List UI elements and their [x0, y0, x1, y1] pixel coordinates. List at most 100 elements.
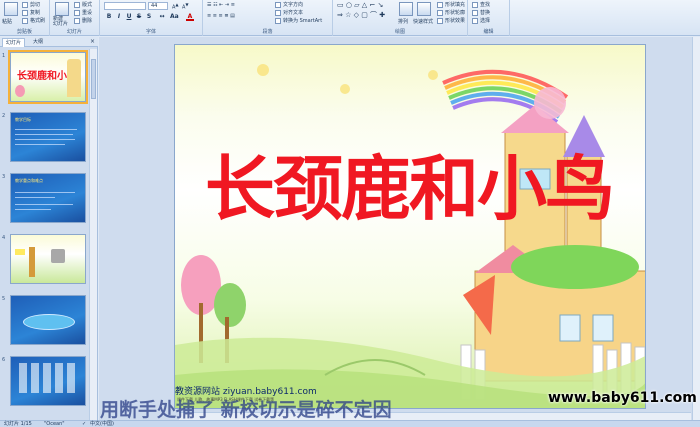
thumbnail-slide-4[interactable] [10, 234, 86, 284]
giraffe-icon [29, 247, 35, 277]
shapes-gallery-row2-icon[interactable]: ⇒ ☆ ◇ ▢ ⌒ ✚ [337, 10, 385, 20]
slide-scrollbar[interactable] [692, 37, 700, 420]
theme-name: "Ocean" [44, 421, 65, 427]
quick-styles-icon[interactable] [417, 2, 431, 16]
paste-button[interactable]: 粘贴 [2, 18, 12, 25]
slide-editor: 长颈鹿和小鸟 教资源网站 ziyuan.baby611.com 课件下载 儿歌、… [99, 37, 700, 420]
layout-button[interactable]: 版式 [74, 1, 92, 8]
cloud-icon [23, 314, 75, 330]
shape-effects-button[interactable]: 形状效果 [437, 17, 465, 24]
tab-outline[interactable]: 大纲 [30, 38, 46, 47]
thumbnail-slide-6[interactable] [10, 356, 86, 406]
sign-icon [15, 249, 25, 255]
binoculars-icon [472, 1, 478, 8]
select-button[interactable]: 选择 [472, 17, 490, 24]
paragraph-label: 段落 [262, 29, 273, 35]
reset-icon [74, 9, 80, 16]
thumb-number: 4 [2, 235, 6, 241]
align-icons[interactable]: ≡ ≡ ≡ ≣ ▤ [207, 13, 235, 19]
card-grid-icon [19, 363, 79, 393]
arrange-icon[interactable] [399, 2, 413, 16]
shrink-font-button[interactable]: A▼ [182, 2, 189, 11]
watermark: www.baby611.com [548, 390, 697, 406]
reset-button[interactable]: 重设 [74, 9, 92, 16]
drawing-group: ▭ ○ ▱ △ ⌐ ↘ ⇒ ☆ ◇ ▢ ⌒ ✚ 排列 快速样式 形状填充 形状轮… [333, 0, 468, 36]
castle-icon [463, 87, 645, 382]
thumbnail-slide-5[interactable] [10, 295, 86, 345]
clipboard-group: 粘贴 剪切 复制 格式刷 剪贴板 [0, 0, 50, 36]
font-group: 44 A▲ A▼ B I U S S ↔ Aa A 字体 [100, 0, 203, 36]
shapes-gallery-icon[interactable]: ▭ ○ ▱ △ ⌐ ↘ [337, 1, 383, 9]
thumb-number: 3 [2, 174, 6, 180]
ribbon: 粘贴 剪切 复制 格式刷 剪贴板 新建 幻灯片 版式 重设 删除 幻灯片 44 … [0, 0, 700, 36]
layout-icon [74, 1, 80, 8]
thumb-number: 2 [2, 113, 6, 119]
bullets-icon[interactable]: ☰ ☷ ⇤ ⇥ ≡ [207, 2, 235, 8]
thumb-title: 教学重点和难点 [15, 178, 43, 183]
text-direction-icon [275, 1, 281, 8]
find-button[interactable]: 查找 [472, 1, 490, 8]
delete-button[interactable]: 删除 [74, 17, 92, 24]
shadow-button[interactable]: S [145, 13, 153, 21]
italic-button[interactable]: I [115, 13, 123, 21]
new-slide-icon[interactable] [55, 2, 69, 16]
outline-icon [437, 9, 443, 16]
strikethrough-button[interactable]: S [135, 13, 143, 21]
thumb-number: 5 [2, 296, 6, 302]
tree-icon [15, 85, 25, 97]
shape-outline-button[interactable]: 形状轮廓 [437, 9, 465, 16]
effects-icon [437, 17, 443, 24]
fill-icon [437, 1, 443, 8]
new-slide-button[interactable]: 新建 幻灯片 [53, 17, 68, 27]
copy-icon [22, 9, 28, 16]
thumbnail-list: 1 长颈鹿和小鸟 2 教学目标 3 教学重点和难点 4 5 6 [0, 49, 90, 420]
slide-canvas[interactable]: 长颈鹿和小鸟 教资源网站 ziyuan.baby611.com 课件下载 儿歌、… [174, 44, 646, 409]
thumbnail-slide-2[interactable]: 教学目标 [10, 112, 86, 162]
copy-button[interactable]: 复制 [22, 9, 40, 16]
notes-text: 用断手处捕了 新校切示是碎不定因 [100, 399, 392, 421]
change-case-icon[interactable]: Aa [170, 13, 179, 21]
editing-group: 查找 替换 选择 编辑 [468, 0, 510, 36]
quick-styles-button[interactable]: 快速样式 [413, 18, 433, 25]
cut-button[interactable]: 剪切 [22, 1, 40, 8]
editing-label: 编辑 [483, 29, 494, 35]
tab-slides[interactable]: 幻灯片 [2, 38, 26, 47]
align-text-button[interactable]: 对齐文本 [275, 9, 303, 16]
thumbnail-slide-1[interactable]: 长颈鹿和小鸟 [8, 50, 88, 104]
slide-count: 幻灯片 1/15 [4, 421, 32, 427]
underline-button[interactable]: U [125, 13, 133, 21]
panel-scrollbar[interactable] [89, 49, 97, 420]
slide-title[interactable]: 长颈鹿和小鸟 [205, 133, 615, 234]
align-text-icon [275, 9, 281, 16]
shape-fill-button[interactable]: 形状填充 [437, 1, 465, 8]
char-spacing-icon[interactable]: ↔ [158, 13, 166, 21]
paste-icon[interactable] [4, 2, 18, 16]
panel-tabs: 幻灯片 大纲 × [0, 37, 98, 47]
castle-icon [67, 59, 81, 97]
brush-icon [22, 17, 28, 24]
status-bar: 幻灯片 1/15 "Ocean" ✓ 中文(中国) [0, 420, 700, 427]
grow-font-button[interactable]: A▲ [172, 2, 179, 11]
font-size-box[interactable]: 44 [148, 2, 168, 10]
replace-icon [472, 9, 478, 16]
delete-icon [74, 17, 80, 24]
replace-button[interactable]: 替换 [472, 9, 490, 16]
arrange-button[interactable]: 排列 [398, 18, 408, 25]
font-color-icon[interactable]: A [186, 13, 194, 21]
scissors-icon [22, 1, 28, 8]
smartart-icon [275, 17, 281, 24]
smartart-button[interactable]: 转换为 SmartArt [275, 17, 322, 24]
thumbnail-slide-3[interactable]: 教学重点和难点 [10, 173, 86, 223]
font-label: 字体 [145, 29, 156, 35]
slides-group: 新建 幻灯片 版式 重设 删除 幻灯片 [50, 0, 100, 36]
windmill-icon [51, 249, 65, 263]
text-direction-button[interactable]: 文字方向 [275, 1, 303, 8]
spellcheck-icon[interactable]: ✓ [82, 421, 86, 427]
language[interactable]: 中文(中国) [90, 421, 114, 427]
format-painter-button[interactable]: 格式刷 [22, 17, 45, 24]
select-icon [472, 17, 478, 24]
bold-button[interactable]: B [105, 13, 113, 21]
close-panel-icon[interactable]: × [90, 38, 95, 45]
font-name-box[interactable] [104, 2, 146, 10]
slides-label: 幻灯片 [66, 29, 82, 35]
